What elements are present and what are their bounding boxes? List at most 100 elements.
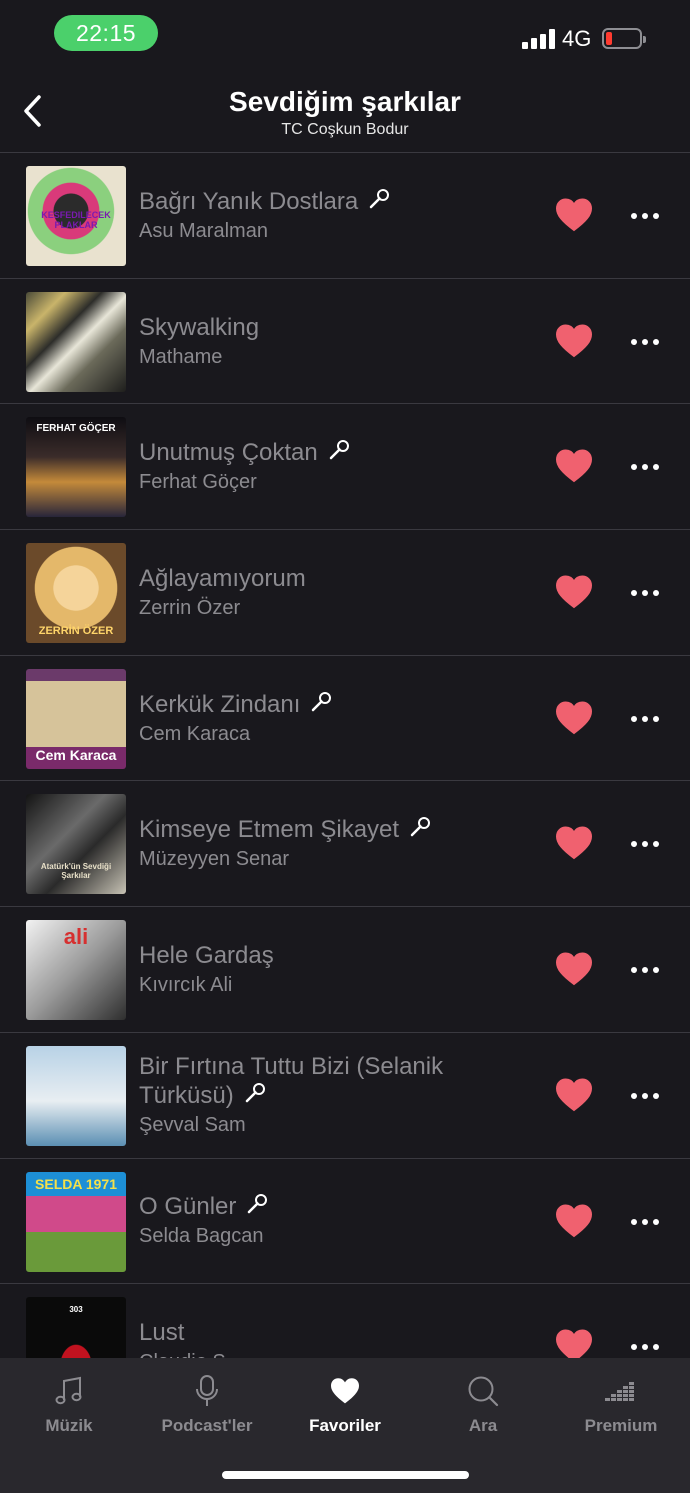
track-artist[interactable]: Cem Karaca [139,721,539,747]
battery-level [606,32,613,45]
track-artist[interactable]: Kıvırcık Ali [139,972,539,998]
more-options-button[interactable] [626,1211,664,1233]
page-subtitle: TC Coşkun Bodur [281,121,409,138]
track-info: Unutmuş Çoktan Ferhat Göçer [139,404,539,529]
track-info: Skywalking Mathame [139,279,539,404]
more-dot [642,1092,648,1099]
more-dot [631,1218,637,1225]
lyrics-microphone-icon [312,691,332,711]
album-cover: Atatürk'ün Sevdiği Şarkılar [26,794,126,895]
like-heart-button[interactable] [555,575,593,609]
tab-label: Müzik [45,1416,93,1435]
signal-strength-icon [522,29,556,49]
track-row[interactable]: SELDA 1971 O Günler Selda Bagcan [0,1159,690,1285]
track-row[interactable]: Skywalking Mathame [0,279,690,405]
like-heart-button[interactable] [555,1078,593,1112]
track-row[interactable]: Bir Fırtına Tuttu Bizi (Selanik Türküsü)… [0,1033,690,1159]
more-dot [653,464,659,471]
track-row[interactable]: 303 Lust Claudio S [0,1284,690,1358]
music-note-icon [49,1374,89,1408]
like-heart-button[interactable] [555,324,593,358]
album-cover: Cem Karaca [26,668,126,769]
track-row[interactable]: Cem Karaca Kerkük Zindanı Cem Karaca [0,656,690,782]
more-dot [653,1344,659,1351]
home-indicator[interactable] [222,1471,469,1479]
more-dot [631,338,637,345]
more-dot [631,1344,637,1351]
more-dot [653,841,659,848]
track-list[interactable]: KESFEDILECEK PLAKLAR Bağrı Yanık Dostlar… [0,152,690,1358]
track-title: Ağlayamıyorum [139,564,539,593]
track-artist[interactable]: Şevval Sam [139,1112,539,1138]
search-icon [463,1374,503,1408]
battery-icon [602,28,646,49]
album-cover: FERHAT GÖÇER [26,417,126,518]
more-dot [653,338,659,345]
album-cover [26,1045,126,1146]
more-dot [631,841,637,848]
more-options-button[interactable] [626,1336,664,1358]
track-title-text: Unutmuş Çoktan [139,439,318,467]
track-row[interactable]: Atatürk'ün Sevdiği Şarkılar Kimseye Etme… [0,781,690,908]
track-artist[interactable]: Zerrin Özer [139,595,539,621]
more-dot [642,715,648,722]
track-title-text: O Günler [139,1193,237,1221]
time-pill[interactable]: 22:15 [54,15,158,51]
more-options-button[interactable] [626,205,664,227]
more-dot [653,213,659,219]
like-heart-button[interactable] [555,701,593,735]
more-options-button[interactable] [626,1085,664,1107]
track-artist[interactable]: Mathame [139,344,539,370]
track-title-text: Skywalking [139,313,260,341]
more-options-button[interactable] [626,331,664,353]
page-title: Sevdiğim şarkılar [229,86,461,117]
track-title-text: Hele Gardaş [139,941,274,969]
more-dot [631,590,637,597]
track-title-text: Ağlayamıyorum [139,564,306,592]
track-row[interactable]: ali Hele Gardaş Kıvırcık Ali [0,907,690,1033]
album-cover: ali [26,920,126,1021]
more-options-button[interactable] [626,456,664,478]
like-heart-button[interactable] [555,449,593,483]
track-info: O Günler Selda Bagcan [139,1159,539,1284]
album-cover [26,291,126,392]
tab-label: Favoriler [309,1416,381,1435]
track-artist[interactable]: Claudio S [139,1349,539,1358]
like-heart-button[interactable] [555,826,593,860]
more-dot [631,213,637,219]
more-options-button[interactable] [626,708,664,730]
track-row[interactable]: ZERRİN ÖZER Ağlayamıyorum Zerrin Özer [0,530,690,656]
track-row[interactable]: FERHAT GÖÇER Unutmuş Çoktan Ferhat Göçer [0,404,690,531]
lyrics-microphone-icon [369,188,390,209]
track-row[interactable]: KESFEDILECEK PLAKLAR Bağrı Yanık Dostlar… [0,153,690,279]
like-heart-button[interactable] [555,1203,593,1238]
track-artist[interactable]: Ferhat Göçer [139,469,539,495]
more-options-button[interactable] [626,582,664,604]
lyrics-microphone-icon [410,817,431,837]
tab-ara[interactable]: Ara [414,1358,552,1448]
tab-favoriler[interactable]: Favoriler [276,1358,414,1448]
like-heart-button[interactable] [555,1329,593,1358]
tab-m-zik[interactable]: Müzik [0,1358,138,1448]
more-dot [631,715,637,722]
more-dot [642,464,648,471]
like-heart-button[interactable] [555,952,593,986]
album-cover-text: Atatürk'ün Sevdiği Şarkılar [40,862,112,881]
track-info: Bir Fırtına Tuttu Bizi (Selanik Türküsü)… [139,1033,539,1158]
track-artist[interactable]: Selda Bagcan [139,1223,539,1249]
track-artist[interactable]: Asu Maralman [139,218,539,244]
track-info: Kerkük Zindanı Cem Karaca [139,656,539,781]
like-heart-button[interactable] [555,198,593,232]
lyrics-microphone-icon [245,1083,265,1103]
status-bar: 22:15 4G [0,0,690,70]
track-title: Bağrı Yanık Dostlara [139,187,539,216]
tab-label: Podcast'ler [161,1416,253,1435]
tab-podcast-ler[interactable]: Podcast'ler [138,1358,276,1448]
tab-premium[interactable]: Premium [552,1358,690,1448]
track-artist[interactable]: Müzeyyen Senar [139,846,539,872]
microphone-icon [187,1374,227,1408]
more-dot [631,464,637,471]
track-title-text: Kimseye Etmem Şikayet [139,816,400,844]
more-options-button[interactable] [626,959,664,981]
more-options-button[interactable] [626,833,664,855]
